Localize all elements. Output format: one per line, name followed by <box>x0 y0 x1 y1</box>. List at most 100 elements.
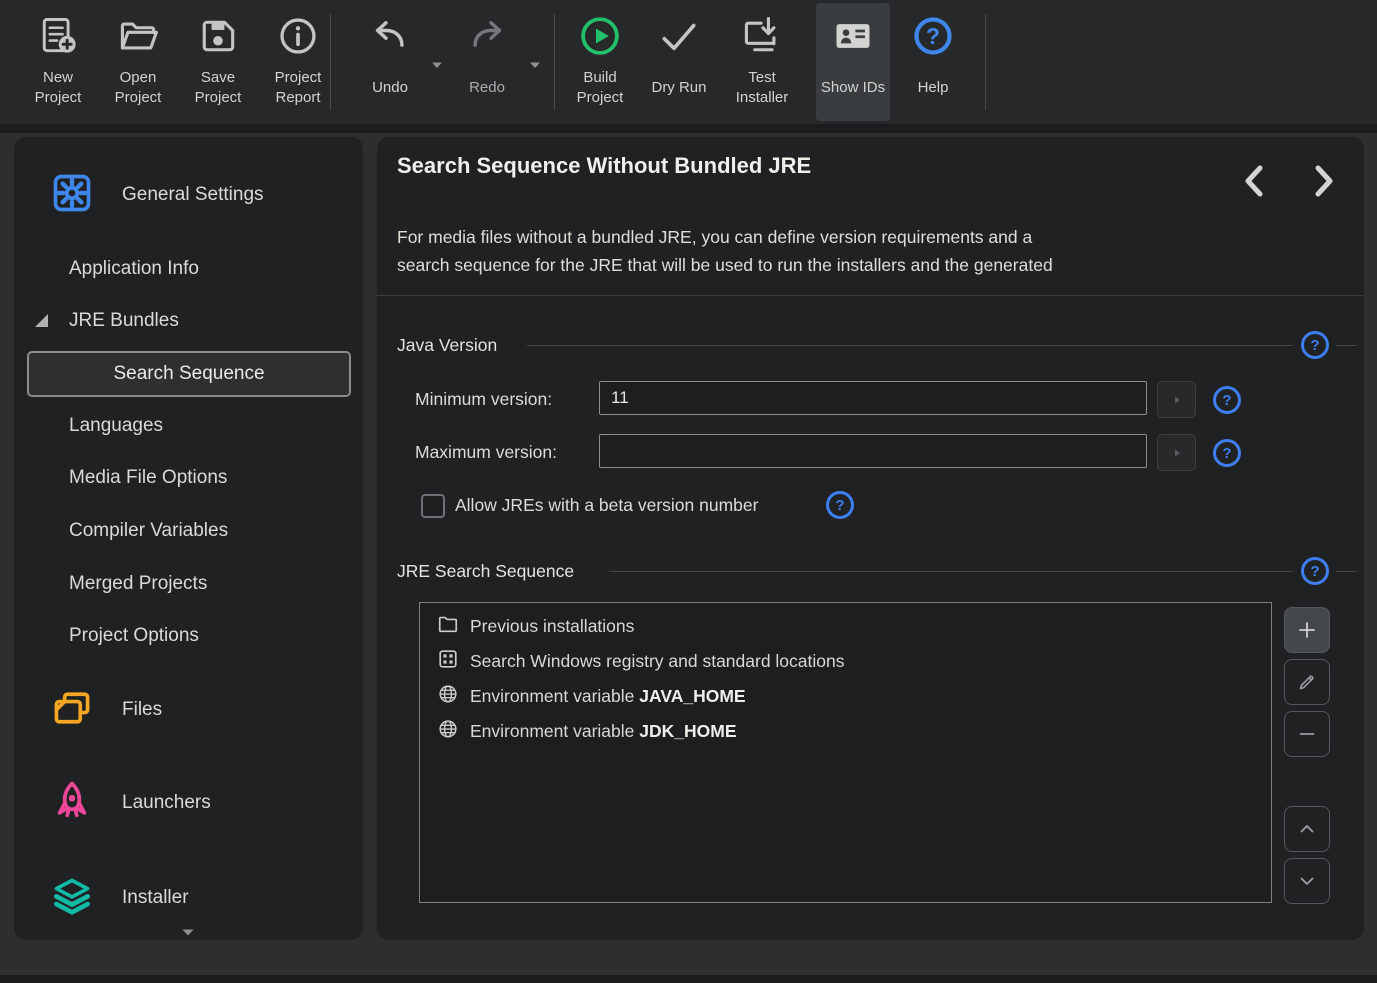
sidebar-item-project-options[interactable]: Project Options <box>69 623 199 649</box>
maximum-version-label: Maximum version: <box>415 434 557 470</box>
gear-square-icon <box>50 171 94 220</box>
nav-back-icon[interactable] <box>1240 164 1268 203</box>
maximum-version-variable-button[interactable] <box>1157 434 1196 471</box>
sidebar-item-compiler-variables[interactable]: Compiler Variables <box>69 518 228 544</box>
section-heading-java-version: Java Version <box>397 335 497 356</box>
list-item-text: Search Windows registry and standard loc… <box>470 651 845 672</box>
sidebar: General Settings Application Info JRE Bu… <box>14 137 363 940</box>
toolbar-button-label: Open Project <box>99 60 177 121</box>
dry-run-button[interactable]: Dry Run <box>640 3 718 121</box>
jre-search-sequence-list[interactable]: Previous installations Search Windows re… <box>419 602 1272 903</box>
help-button[interactable]: ? Help <box>894 3 972 121</box>
files-icon <box>50 686 94 735</box>
toolbar-separator <box>985 14 986 110</box>
save-icon <box>196 12 240 60</box>
help-circle-icon: ? <box>911 12 955 60</box>
beta-version-checkbox-label: Allow JREs with a beta version number <box>455 492 758 518</box>
section-heading-jre-search-sequence: JRE Search Sequence <box>397 561 574 582</box>
sidebar-item-jre-bundles[interactable]: JRE Bundles <box>69 308 179 334</box>
show-ids-button[interactable]: Show IDs <box>816 3 890 121</box>
move-up-button[interactable] <box>1284 806 1330 852</box>
toolbar-button-label: Help <box>918 60 949 121</box>
toolbar-button-label: Redo <box>469 60 505 121</box>
undo-button[interactable]: Undo <box>351 3 429 121</box>
list-item-text: Environment variable JAVA_HOME <box>470 686 746 707</box>
registry-icon <box>437 648 459 675</box>
help-icon-minimum-version[interactable]: ? <box>1213 386 1241 414</box>
main-panel: Search Sequence Without Bundled JRE For … <box>377 137 1364 940</box>
sidebar-item-search-sequence[interactable]: Search Sequence <box>27 351 351 397</box>
project-report-button[interactable]: Project Report <box>259 3 337 121</box>
sidebar-item-media-file-options[interactable]: Media File Options <box>69 465 227 491</box>
section-rule <box>609 571 1293 572</box>
sidebar-item-label: Installer <box>122 887 189 909</box>
install4j-window: New Project Open Project Save Project <box>0 0 1377 983</box>
list-item[interactable]: Previous installations <box>420 609 1271 644</box>
layers-icon <box>50 874 94 923</box>
edit-button[interactable] <box>1284 659 1330 705</box>
list-item-text: Environment variable JDK_HOME <box>470 721 737 742</box>
new-project-button[interactable]: New Project <box>19 3 97 121</box>
redo-icon <box>465 12 509 60</box>
sidebar-item-label: Launchers <box>122 792 211 814</box>
undo-icon <box>368 12 412 60</box>
beta-version-checkbox[interactable] <box>421 494 445 518</box>
redo-dropdown-arrow[interactable] <box>529 56 541 64</box>
list-item[interactable]: Environment variable JAVA_HOME <box>420 679 1271 714</box>
rocket-icon <box>50 779 94 828</box>
help-icon-beta-version[interactable]: ? <box>826 491 854 519</box>
move-down-button[interactable] <box>1284 858 1330 904</box>
redo-button[interactable]: Redo <box>448 3 526 121</box>
help-icon-java-version[interactable]: ? <box>1301 331 1329 359</box>
undo-dropdown-arrow[interactable] <box>431 56 443 64</box>
sidebar-item-label: General Settings <box>122 184 264 206</box>
expanded-triangle-icon[interactable] <box>35 314 48 332</box>
toolbar-button-label: Build Project <box>561 60 639 121</box>
sidebar-scroll-down-icon[interactable] <box>181 924 195 942</box>
globe-icon <box>437 718 459 745</box>
maximum-version-input[interactable] <box>599 434 1147 468</box>
minimum-version-variable-button[interactable] <box>1157 381 1196 418</box>
toolbar-button-label: Show IDs <box>821 60 885 121</box>
toolbar-separator <box>330 14 331 110</box>
header-divider <box>377 295 1364 296</box>
section-rule <box>1336 345 1357 346</box>
play-circle-icon <box>578 12 622 60</box>
toolbar-button-label: Test Installer <box>722 60 802 121</box>
sidebar-item-merged-projects[interactable]: Merged Projects <box>69 571 207 597</box>
page-description-line1: For media files without a bundled JRE, y… <box>397 223 1227 251</box>
info-circle-icon <box>276 12 320 60</box>
minimum-version-input[interactable] <box>599 381 1147 415</box>
list-item-text: Previous installations <box>470 616 634 637</box>
globe-icon <box>437 683 459 710</box>
add-button[interactable] <box>1284 607 1330 653</box>
section-rule <box>1336 571 1357 572</box>
section-rule <box>527 345 1293 346</box>
page-title: Search Sequence Without Bundled JRE <box>397 153 811 179</box>
minimum-version-label: Minimum version: <box>415 381 552 417</box>
sidebar-item-files[interactable]: Files <box>50 688 162 732</box>
help-icon-jre-search-sequence[interactable]: ? <box>1301 557 1329 585</box>
help-icon-maximum-version[interactable]: ? <box>1213 439 1241 467</box>
list-item[interactable]: Environment variable JDK_HOME <box>420 714 1271 749</box>
sidebar-item-launchers[interactable]: Launchers <box>50 781 211 825</box>
remove-button[interactable] <box>1284 711 1330 757</box>
build-project-button[interactable]: Build Project <box>561 3 639 121</box>
save-project-button[interactable]: Save Project <box>179 3 257 121</box>
monitor-download-icon <box>740 12 784 60</box>
list-item[interactable]: Search Windows registry and standard loc… <box>420 644 1271 679</box>
open-folder-icon <box>116 12 160 60</box>
test-installer-button[interactable]: Test Installer <box>722 3 802 121</box>
sidebar-item-languages[interactable]: Languages <box>69 413 163 439</box>
folder-icon <box>437 613 459 640</box>
open-project-button[interactable]: Open Project <box>99 3 177 121</box>
toolbar: New Project Open Project Save Project <box>0 0 1377 124</box>
sidebar-item-general-settings[interactable]: General Settings <box>50 173 264 217</box>
svg-text:?: ? <box>926 23 940 49</box>
sidebar-item-installer[interactable]: Installer <box>50 876 189 920</box>
toolbar-separator <box>554 14 555 110</box>
toolbar-button-label: New Project <box>19 60 97 121</box>
new-project-icon <box>36 12 80 60</box>
nav-forward-icon[interactable] <box>1310 164 1338 203</box>
sidebar-item-application-info[interactable]: Application Info <box>69 256 199 282</box>
